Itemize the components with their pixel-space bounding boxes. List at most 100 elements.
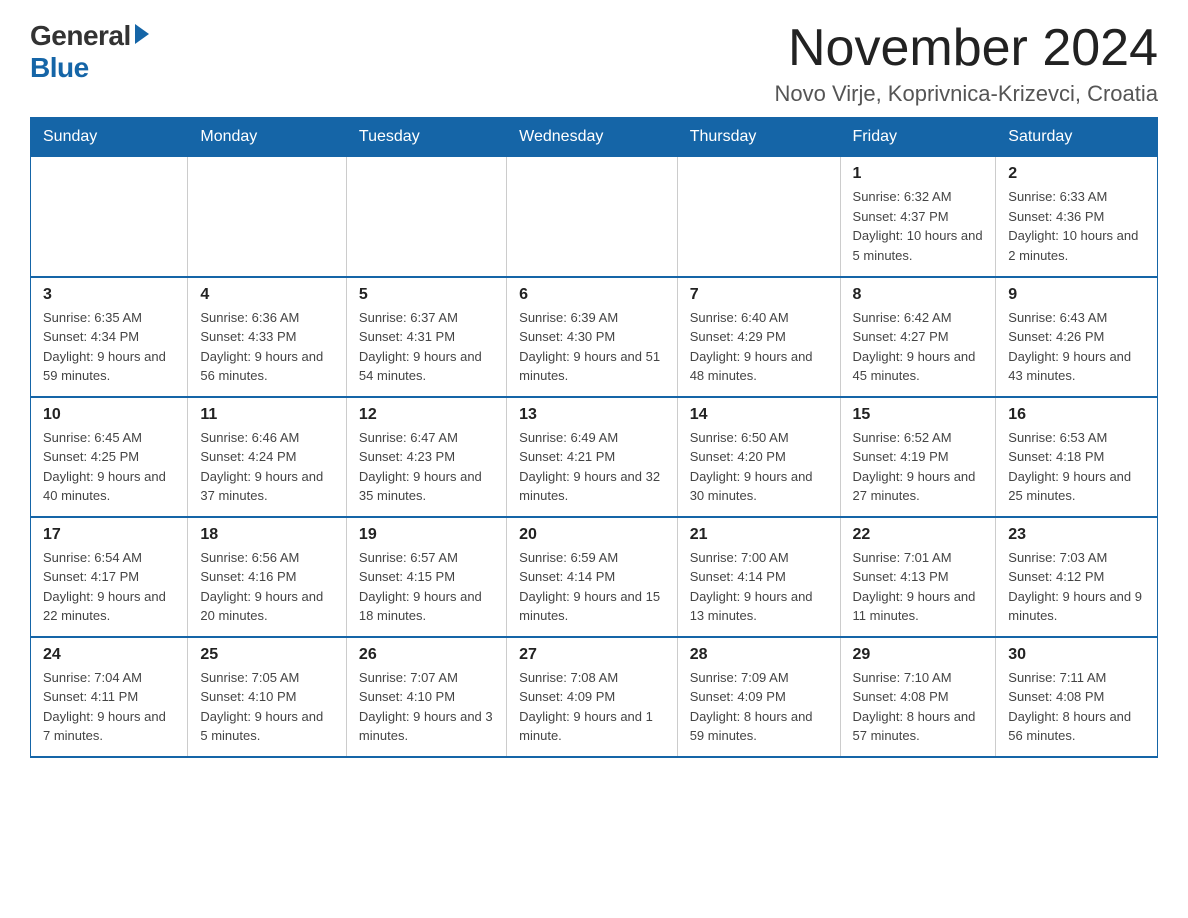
calendar-week-row: 10 Sunrise: 6:45 AMSunset: 4:25 PMDayligh… xyxy=(31,397,1158,517)
day-number: 6 xyxy=(519,286,665,304)
day-info: Sunrise: 6:32 AMSunset: 4:37 PMDaylight:… xyxy=(853,187,984,265)
day-number: 27 xyxy=(519,646,665,664)
calendar-cell: 14Sunrise: 6:50 AMSunset: 4:20 PMDayligh… xyxy=(677,397,840,517)
day-number: 29 xyxy=(853,646,984,664)
calendar-cell: 26 Sunrise: 7:07 AMSunset: 4:10 PMDayligh… xyxy=(346,637,506,757)
calendar-cell: 25Sunrise: 7:05 AMSunset: 4:10 PMDayligh… xyxy=(188,637,347,757)
day-number: 28 xyxy=(690,646,828,664)
header-wednesday: Wednesday xyxy=(507,118,678,157)
calendar-cell: 17 Sunrise: 6:54 AMSunset: 4:17 PMDayligh… xyxy=(31,517,188,637)
day-info: Sunrise: 7:03 AMSunset: 4:12 PMDaylight:… xyxy=(1008,548,1145,626)
day-info: Sunrise: 6:57 AMSunset: 4:15 PMDaylight:… xyxy=(359,548,494,626)
day-number: 12 xyxy=(359,406,494,424)
header-tuesday: Tuesday xyxy=(346,118,506,157)
day-info: Sunrise: 6:35 AMSunset: 4:34 PMDaylight:… xyxy=(43,308,175,386)
day-number: 8 xyxy=(853,286,984,304)
day-number: 10 xyxy=(43,406,175,424)
calendar-cell: 4Sunrise: 6:36 AMSunset: 4:33 PMDaylight… xyxy=(188,277,347,397)
day-info: Sunrise: 7:07 AMSunset: 4:10 PMDaylight:… xyxy=(359,668,494,746)
calendar-cell xyxy=(31,157,188,277)
day-number: 14 xyxy=(690,406,828,424)
day-number: 30 xyxy=(1008,646,1145,664)
header-sunday: Sunday xyxy=(31,118,188,157)
day-number: 2 xyxy=(1008,165,1145,183)
day-number: 24 xyxy=(43,646,175,664)
calendar-cell: 13 Sunrise: 6:49 AMSunset: 4:21 PMDayligh… xyxy=(507,397,678,517)
day-info: Sunrise: 7:04 AMSunset: 4:11 PMDaylight:… xyxy=(43,668,175,746)
calendar-title: November 2024 xyxy=(774,20,1158,77)
day-info: Sunrise: 6:56 AMSunset: 4:16 PMDaylight:… xyxy=(200,548,334,626)
calendar-cell: 28Sunrise: 7:09 AMSunset: 4:09 PMDayligh… xyxy=(677,637,840,757)
calendar-cell xyxy=(188,157,347,277)
day-number: 3 xyxy=(43,286,175,304)
calendar-cell: 16 Sunrise: 6:53 AMSunset: 4:18 PMDayligh… xyxy=(996,397,1158,517)
day-info: Sunrise: 7:00 AMSunset: 4:14 PMDaylight:… xyxy=(690,548,828,626)
day-number: 7 xyxy=(690,286,828,304)
calendar-cell xyxy=(677,157,840,277)
day-number: 26 xyxy=(359,646,494,664)
calendar-cell: 20Sunrise: 6:59 AMSunset: 4:14 PMDayligh… xyxy=(507,517,678,637)
calendar-cell: 27 Sunrise: 7:08 AMSunset: 4:09 PMDayligh… xyxy=(507,637,678,757)
logo-arrow-icon xyxy=(135,24,149,44)
day-info: Sunrise: 6:54 AMSunset: 4:17 PMDaylight:… xyxy=(43,548,175,626)
calendar-week-row: 3 Sunrise: 6:35 AMSunset: 4:34 PMDaylight… xyxy=(31,277,1158,397)
day-number: 19 xyxy=(359,526,494,544)
calendar-cell: 21 Sunrise: 7:00 AMSunset: 4:14 PMDayligh… xyxy=(677,517,840,637)
day-info: Sunrise: 6:39 AMSunset: 4:30 PMDaylight:… xyxy=(519,308,665,386)
day-number: 15 xyxy=(853,406,984,424)
calendar-cell: 3 Sunrise: 6:35 AMSunset: 4:34 PMDaylight… xyxy=(31,277,188,397)
day-number: 21 xyxy=(690,526,828,544)
logo-general-text: General xyxy=(30,20,131,52)
calendar-cell: 12Sunrise: 6:47 AMSunset: 4:23 PMDayligh… xyxy=(346,397,506,517)
day-info: Sunrise: 7:11 AMSunset: 4:08 PMDaylight:… xyxy=(1008,668,1145,746)
calendar-cell: 19 Sunrise: 6:57 AMSunset: 4:15 PMDayligh… xyxy=(346,517,506,637)
day-number: 16 xyxy=(1008,406,1145,424)
calendar-table: Sunday Monday Tuesday Wednesday Thursday… xyxy=(30,117,1158,758)
logo-blue-text: Blue xyxy=(30,52,89,84)
title-block: November 2024 Novo Virje, Koprivnica-Kri… xyxy=(774,20,1158,107)
day-info: Sunrise: 7:05 AMSunset: 4:10 PMDaylight:… xyxy=(200,668,334,746)
calendar-cell: 7 Sunrise: 6:40 AMSunset: 4:29 PMDaylight… xyxy=(677,277,840,397)
day-info: Sunrise: 6:40 AMSunset: 4:29 PMDaylight:… xyxy=(690,308,828,386)
calendar-week-row: 17 Sunrise: 6:54 AMSunset: 4:17 PMDayligh… xyxy=(31,517,1158,637)
day-number: 17 xyxy=(43,526,175,544)
day-info: Sunrise: 6:46 AMSunset: 4:24 PMDaylight:… xyxy=(200,428,334,506)
day-info: Sunrise: 7:10 AMSunset: 4:08 PMDaylight:… xyxy=(853,668,984,746)
calendar-cell: 30 Sunrise: 7:11 AMSunset: 4:08 PMDayligh… xyxy=(996,637,1158,757)
header-thursday: Thursday xyxy=(677,118,840,157)
header-monday: Monday xyxy=(188,118,347,157)
calendar-cell: 11 Sunrise: 6:46 AMSunset: 4:24 PMDayligh… xyxy=(188,397,347,517)
day-number: 13 xyxy=(519,406,665,424)
day-info: Sunrise: 6:53 AMSunset: 4:18 PMDaylight:… xyxy=(1008,428,1145,506)
day-number: 18 xyxy=(200,526,334,544)
calendar-cell: 6 Sunrise: 6:39 AMSunset: 4:30 PMDaylight… xyxy=(507,277,678,397)
day-info: Sunrise: 7:01 AMSunset: 4:13 PMDaylight:… xyxy=(853,548,984,626)
day-number: 5 xyxy=(359,286,494,304)
day-info: Sunrise: 7:08 AMSunset: 4:09 PMDaylight:… xyxy=(519,668,665,746)
calendar-cell: 18 Sunrise: 6:56 AMSunset: 4:16 PMDayligh… xyxy=(188,517,347,637)
day-info: Sunrise: 6:45 AMSunset: 4:25 PMDaylight:… xyxy=(43,428,175,506)
day-number: 9 xyxy=(1008,286,1145,304)
day-info: Sunrise: 6:37 AMSunset: 4:31 PMDaylight:… xyxy=(359,308,494,386)
day-info: Sunrise: 6:33 AMSunset: 4:36 PMDaylight:… xyxy=(1008,187,1145,265)
day-number: 1 xyxy=(853,165,984,183)
calendar-cell: 10 Sunrise: 6:45 AMSunset: 4:25 PMDayligh… xyxy=(31,397,188,517)
day-info: Sunrise: 6:36 AMSunset: 4:33 PMDaylight:… xyxy=(200,308,334,386)
day-info: Sunrise: 6:59 AMSunset: 4:14 PMDaylight:… xyxy=(519,548,665,626)
calendar-subtitle: Novo Virje, Koprivnica-Krizevci, Croatia xyxy=(774,81,1158,107)
day-info: Sunrise: 6:43 AMSunset: 4:26 PMDaylight:… xyxy=(1008,308,1145,386)
day-number: 11 xyxy=(200,406,334,424)
calendar-cell xyxy=(346,157,506,277)
day-info: Sunrise: 6:42 AMSunset: 4:27 PMDaylight:… xyxy=(853,308,984,386)
calendar-cell xyxy=(507,157,678,277)
calendar-cell: 23 Sunrise: 7:03 AMSunset: 4:12 PMDayligh… xyxy=(996,517,1158,637)
day-info: Sunrise: 6:49 AMSunset: 4:21 PMDaylight:… xyxy=(519,428,665,506)
logo: General Blue xyxy=(30,20,149,84)
day-info: Sunrise: 6:52 AMSunset: 4:19 PMDaylight:… xyxy=(853,428,984,506)
page-header: General Blue November 2024 Novo Virje, K… xyxy=(30,20,1158,107)
calendar-week-row: 24 Sunrise: 7:04 AMSunset: 4:11 PMDayligh… xyxy=(31,637,1158,757)
calendar-cell: 29 Sunrise: 7:10 AMSunset: 4:08 PMDayligh… xyxy=(840,637,996,757)
day-number: 23 xyxy=(1008,526,1145,544)
calendar-cell: 5 Sunrise: 6:37 AMSunset: 4:31 PMDaylight… xyxy=(346,277,506,397)
calendar-cell: 1 Sunrise: 6:32 AMSunset: 4:37 PMDaylight… xyxy=(840,157,996,277)
